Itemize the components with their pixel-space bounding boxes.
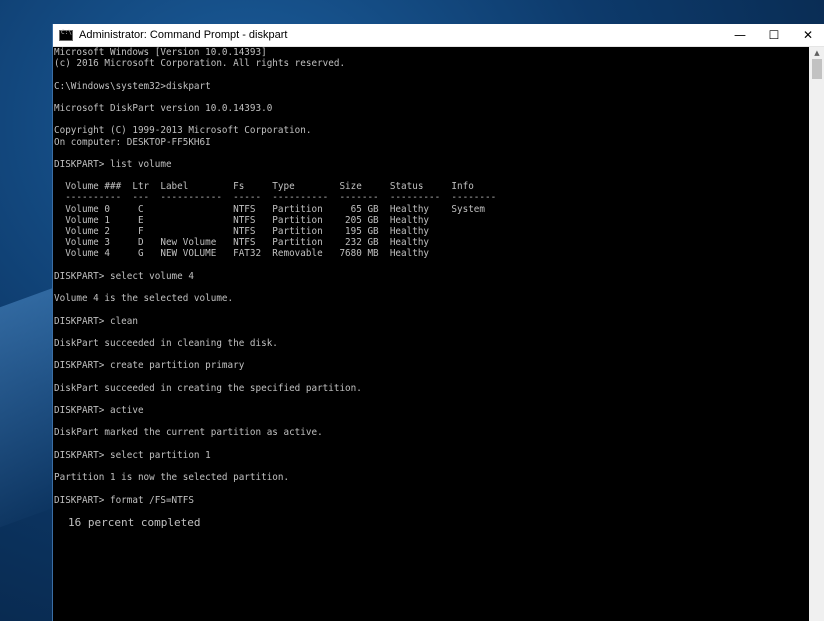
console-line: DiskPart marked the current partition as… xyxy=(54,427,323,439)
minimize-button[interactable]: — xyxy=(723,24,757,46)
console-line: Volume 4 is the selected volume. xyxy=(54,293,234,305)
console-line: DISKPART> list volume xyxy=(54,158,172,170)
console-line: On computer: DESKTOP-FF5KH6I xyxy=(54,136,211,148)
console-line: ---------- --- ----------- ----- -------… xyxy=(54,192,497,204)
console-line: Volume 0 C NTFS Partition 65 GB Healthy … xyxy=(54,203,485,215)
vertical-scrollbar[interactable]: ▲ xyxy=(809,47,824,621)
command-prompt-window[interactable]: Administrator: Command Prompt - diskpart… xyxy=(52,24,824,621)
console-line: Copyright (C) 1999-2013 Microsoft Corpor… xyxy=(54,125,312,137)
console-line: Partition 1 is now the selected partitio… xyxy=(54,472,290,484)
scroll-up-arrow-icon[interactable]: ▲ xyxy=(809,47,824,59)
console-line: DiskPart succeeded in cleaning the disk. xyxy=(54,337,278,349)
title-bar[interactable]: Administrator: Command Prompt - diskpart… xyxy=(53,24,824,47)
console-line: Volume ### Ltr Label Fs Type Size Status… xyxy=(54,181,474,193)
console-line: DISKPART> select volume 4 xyxy=(54,270,194,282)
progress-status: 16 percent completed xyxy=(68,515,201,529)
console-line: DISKPART> create partition primary xyxy=(54,360,245,372)
console-line: (c) 2016 Microsoft Corporation. All righ… xyxy=(54,58,346,70)
console-line: Volume 2 F NTFS Partition 195 GB Healthy xyxy=(54,226,430,237)
window-title: Administrator: Command Prompt - diskpart xyxy=(79,29,288,41)
console-line: DISKPART> format /FS=NTFS xyxy=(54,494,194,506)
console-line: DISKPART> select partition 1 xyxy=(54,449,211,461)
console-line: C:\Windows\system32>diskpart xyxy=(54,80,211,92)
console-line: DISKPART> clean xyxy=(54,315,138,327)
console-line: Volume 3 D New Volume NTFS Partition 232… xyxy=(54,237,430,249)
console-line: Microsoft Windows [Version 10.0.14393] xyxy=(54,47,267,58)
scrollbar-thumb[interactable] xyxy=(812,59,822,79)
maximize-button[interactable]: ☐ xyxy=(757,24,791,46)
console-lines: Microsoft Windows [Version 10.0.14393] (c… xyxy=(54,47,810,506)
console-output[interactable]: Microsoft Windows [Version 10.0.14393] (c… xyxy=(53,47,810,621)
console-line: DiskPart succeeded in creating the speci… xyxy=(54,382,362,394)
command-prompt-icon[interactable] xyxy=(59,29,73,41)
console-line: Volume 1 E NTFS Partition 205 GB Healthy xyxy=(54,214,430,226)
close-button[interactable]: ✕ xyxy=(791,24,824,46)
console-line: Volume 4 G NEW VOLUME FAT32 Removable 76… xyxy=(54,248,430,260)
console-line: Microsoft DiskPart version 10.0.14393.0 xyxy=(54,102,273,114)
console-line: DISKPART> active xyxy=(54,405,144,416)
